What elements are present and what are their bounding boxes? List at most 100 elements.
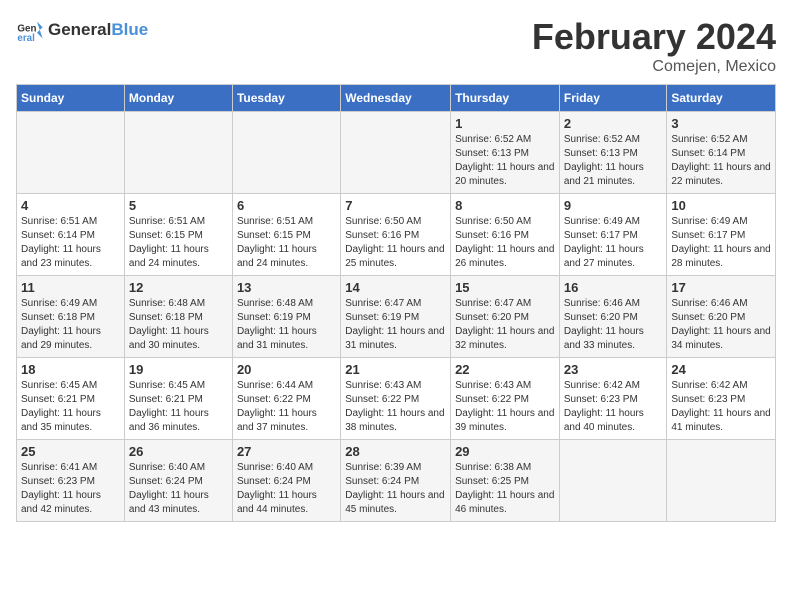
calendar-cell: 8 Sunrise: 6:50 AMSunset: 6:16 PMDaylight… xyxy=(451,194,560,276)
day-info: Sunrise: 6:52 AMSunset: 6:14 PMDaylight:… xyxy=(671,133,771,189)
calendar-cell: 3 Sunrise: 6:52 AMSunset: 6:14 PMDaylight… xyxy=(667,112,776,194)
calendar-cell: 4Sunrise: 6:51 AMSunset: 6:14 PMDaylight… xyxy=(17,194,125,276)
day-info: Sunrise: 6:50 AMSunset: 6:16 PMDaylight:… xyxy=(345,215,446,271)
day-info: Sunrise: 6:49 AMSunset: 6:17 PMDaylight:… xyxy=(671,215,771,271)
calendar-cell xyxy=(341,112,451,194)
day-info: Sunrise: 6:45 AMSunset: 6:21 PMDaylight:… xyxy=(21,379,120,435)
logo-icon: Gen eral xyxy=(16,16,44,44)
day-number: 14 xyxy=(345,280,446,295)
calendar-table: SundayMondayTuesdayWednesdayThursdayFrid… xyxy=(16,84,776,522)
day-number: 18 xyxy=(21,362,120,377)
day-info: Sunrise: 6:49 AMSunset: 6:18 PMDaylight:… xyxy=(21,297,120,353)
day-number: 15 xyxy=(455,280,555,295)
month-year-title: February 2024 xyxy=(532,16,776,58)
header-sunday: Sunday xyxy=(17,85,125,112)
day-info: Sunrise: 6:48 AMSunset: 6:18 PMDaylight:… xyxy=(129,297,228,353)
logo: Gen eral GeneralBlue xyxy=(16,16,148,44)
day-info: Sunrise: 6:45 AMSunset: 6:21 PMDaylight:… xyxy=(129,379,228,435)
calendar-cell: 7 Sunrise: 6:50 AMSunset: 6:16 PMDaylight… xyxy=(341,194,451,276)
calendar-cell: 15 Sunrise: 6:47 AMSunset: 6:20 PMDayligh… xyxy=(451,276,560,358)
calendar-cell xyxy=(559,440,667,522)
header: Gen eral GeneralBlue February 2024 Comej… xyxy=(16,16,776,76)
header-wednesday: Wednesday xyxy=(341,85,451,112)
day-number: 2 xyxy=(564,116,663,131)
logo-general-text: GeneralBlue xyxy=(48,20,148,40)
day-info: Sunrise: 6:40 AMSunset: 6:24 PMDaylight:… xyxy=(237,461,336,517)
calendar-cell: 12 Sunrise: 6:48 AMSunset: 6:18 PMDayligh… xyxy=(124,276,232,358)
calendar-cell xyxy=(124,112,232,194)
day-info: Sunrise: 6:43 AMSunset: 6:22 PMDaylight:… xyxy=(345,379,446,435)
day-info: Sunrise: 6:52 AMSunset: 6:13 PMDaylight:… xyxy=(564,133,663,189)
calendar-cell: 28Sunrise: 6:39 AMSunset: 6:24 PMDayligh… xyxy=(341,440,451,522)
calendar-week-row: 25 Sunrise: 6:41 AMSunset: 6:23 PMDayligh… xyxy=(17,440,776,522)
calendar-cell: 1Sunrise: 6:52 AMSunset: 6:13 PMDaylight… xyxy=(451,112,560,194)
calendar-cell xyxy=(232,112,340,194)
day-info: Sunrise: 6:42 AMSunset: 6:23 PMDaylight:… xyxy=(564,379,663,435)
calendar-cell: 2 Sunrise: 6:52 AMSunset: 6:13 PMDaylight… xyxy=(559,112,667,194)
day-number: 13 xyxy=(237,280,336,295)
day-number: 11 xyxy=(21,280,120,295)
day-number: 5 xyxy=(129,198,228,213)
calendar-cell: 20Sunrise: 6:44 AMSunset: 6:22 PMDayligh… xyxy=(232,358,340,440)
calendar-cell: 22 Sunrise: 6:43 AMSunset: 6:22 PMDayligh… xyxy=(451,358,560,440)
calendar-cell: 19 Sunrise: 6:45 AMSunset: 6:21 PMDayligh… xyxy=(124,358,232,440)
day-number: 27 xyxy=(237,444,336,459)
calendar-cell: 29 Sunrise: 6:38 AMSunset: 6:25 PMDayligh… xyxy=(451,440,560,522)
day-info: Sunrise: 6:47 AMSunset: 6:19 PMDaylight:… xyxy=(345,297,446,353)
day-info: Sunrise: 6:46 AMSunset: 6:20 PMDaylight:… xyxy=(671,297,771,353)
title-area: February 2024 Comejen, Mexico xyxy=(532,16,776,76)
day-info: Sunrise: 6:38 AMSunset: 6:25 PMDaylight:… xyxy=(455,461,555,517)
day-number: 20 xyxy=(237,362,336,377)
calendar-week-row: 18 Sunrise: 6:45 AMSunset: 6:21 PMDayligh… xyxy=(17,358,776,440)
header-saturday: Saturday xyxy=(667,85,776,112)
day-number: 25 xyxy=(21,444,120,459)
header-thursday: Thursday xyxy=(451,85,560,112)
calendar-cell: 21 Sunrise: 6:43 AMSunset: 6:22 PMDayligh… xyxy=(341,358,451,440)
day-number: 6 xyxy=(237,198,336,213)
location-subtitle: Comejen, Mexico xyxy=(532,58,776,76)
calendar-cell: 13 Sunrise: 6:48 AMSunset: 6:19 PMDayligh… xyxy=(232,276,340,358)
calendar-cell: 27 Sunrise: 6:40 AMSunset: 6:24 PMDayligh… xyxy=(232,440,340,522)
day-number: 3 xyxy=(671,116,771,131)
day-info: Sunrise: 6:47 AMSunset: 6:20 PMDaylight:… xyxy=(455,297,555,353)
calendar-cell: 11 Sunrise: 6:49 AMSunset: 6:18 PMDayligh… xyxy=(17,276,125,358)
calendar-week-row: 11 Sunrise: 6:49 AMSunset: 6:18 PMDayligh… xyxy=(17,276,776,358)
day-number: 24 xyxy=(671,362,771,377)
day-info: Sunrise: 6:50 AMSunset: 6:16 PMDaylight:… xyxy=(455,215,555,271)
day-number: 23 xyxy=(564,362,663,377)
day-info: Sunrise: 6:51 AMSunset: 6:15 PMDaylight:… xyxy=(129,215,228,271)
day-number: 8 xyxy=(455,198,555,213)
calendar-cell: 17 Sunrise: 6:46 AMSunset: 6:20 PMDayligh… xyxy=(667,276,776,358)
day-number: 29 xyxy=(455,444,555,459)
day-number: 12 xyxy=(129,280,228,295)
svg-text:eral: eral xyxy=(17,33,35,44)
header-friday: Friday xyxy=(559,85,667,112)
day-info: Sunrise: 6:40 AMSunset: 6:24 PMDaylight:… xyxy=(129,461,228,517)
day-info: Sunrise: 6:46 AMSunset: 6:20 PMDaylight:… xyxy=(564,297,663,353)
calendar-cell: 14 Sunrise: 6:47 AMSunset: 6:19 PMDayligh… xyxy=(341,276,451,358)
day-info: Sunrise: 6:43 AMSunset: 6:22 PMDaylight:… xyxy=(455,379,555,435)
day-info: Sunrise: 6:48 AMSunset: 6:19 PMDaylight:… xyxy=(237,297,336,353)
calendar-cell: 26 Sunrise: 6:40 AMSunset: 6:24 PMDayligh… xyxy=(124,440,232,522)
day-number: 19 xyxy=(129,362,228,377)
day-number: 9 xyxy=(564,198,663,213)
day-info: Sunrise: 6:42 AMSunset: 6:23 PMDaylight:… xyxy=(671,379,771,435)
calendar-cell: 18 Sunrise: 6:45 AMSunset: 6:21 PMDayligh… xyxy=(17,358,125,440)
calendar-week-row: 1Sunrise: 6:52 AMSunset: 6:13 PMDaylight… xyxy=(17,112,776,194)
calendar-cell: 23 Sunrise: 6:42 AMSunset: 6:23 PMDayligh… xyxy=(559,358,667,440)
calendar-cell: 6Sunrise: 6:51 AMSunset: 6:15 PMDaylight… xyxy=(232,194,340,276)
day-number: 22 xyxy=(455,362,555,377)
calendar-cell xyxy=(17,112,125,194)
calendar-cell xyxy=(667,440,776,522)
day-number: 17 xyxy=(671,280,771,295)
day-info: Sunrise: 6:41 AMSunset: 6:23 PMDaylight:… xyxy=(21,461,120,517)
calendar-cell: 25 Sunrise: 6:41 AMSunset: 6:23 PMDayligh… xyxy=(17,440,125,522)
header-monday: Monday xyxy=(124,85,232,112)
day-number: 21 xyxy=(345,362,446,377)
day-info: Sunrise: 6:39 AMSunset: 6:24 PMDaylight:… xyxy=(345,461,446,517)
day-number: 7 xyxy=(345,198,446,213)
calendar-cell: 16Sunrise: 6:46 AMSunset: 6:20 PMDayligh… xyxy=(559,276,667,358)
day-number: 26 xyxy=(129,444,228,459)
header-tuesday: Tuesday xyxy=(232,85,340,112)
day-info: Sunrise: 6:51 AMSunset: 6:14 PMDaylight:… xyxy=(21,215,120,271)
